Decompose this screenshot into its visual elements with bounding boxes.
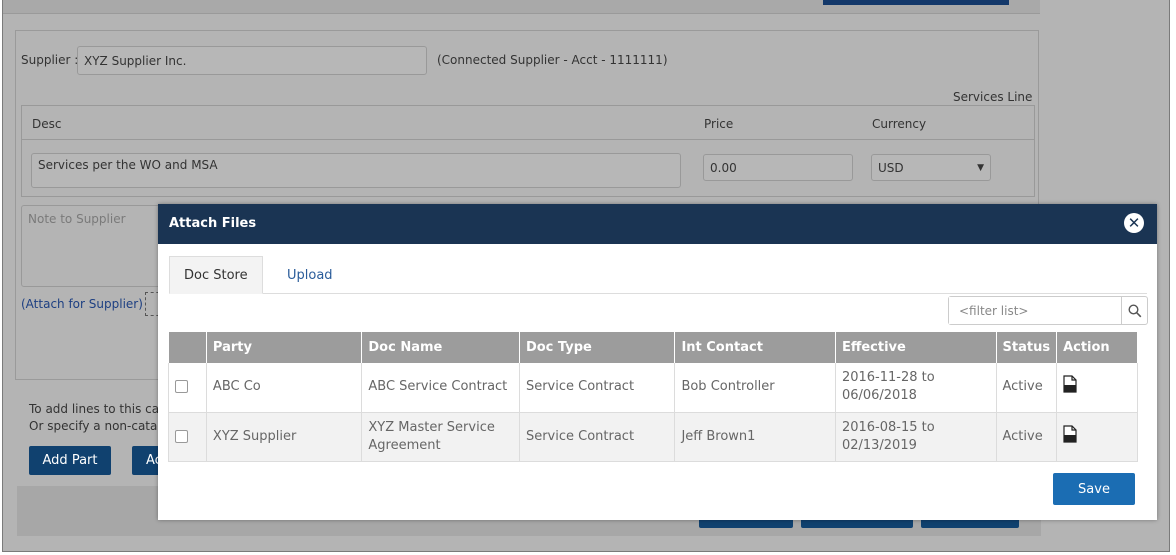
price-header: Price [704, 117, 734, 131]
chevron-down-icon: ▼ [977, 162, 984, 173]
modal-tabs: Doc Store Upload [169, 256, 1147, 294]
table-row: ABC Co ABC Service Contract Service Cont… [168, 363, 1138, 413]
table-header-row: Party Doc Name Doc Type Int Contact Effe… [168, 332, 1138, 363]
doc-name-cell: ABC Service Contract [361, 363, 520, 413]
status-cell: Active [996, 412, 1058, 462]
pdf-icon[interactable] [1063, 375, 1077, 399]
doc-type-cell: Service Contract [519, 363, 676, 413]
modal-header: Attach Files ✕ [158, 204, 1157, 244]
desc-input[interactable]: Services per the WO and MSA [31, 153, 681, 188]
save-button-label: Save [1078, 481, 1110, 497]
services-line-label: Services Line [953, 90, 1033, 104]
filter-input[interactable] [949, 297, 1121, 324]
search-icon[interactable] [1121, 297, 1147, 324]
column-effective[interactable]: Effective [835, 332, 997, 363]
column-doc-name[interactable]: Doc Name [361, 332, 520, 363]
effective-cell: 2016-11-28 to 06/06/2018 [835, 363, 997, 413]
table-row: XYZ Supplier XYZ Master Service Agreemen… [168, 412, 1138, 462]
supplier-label: Supplier : [21, 53, 79, 67]
party-cell: ABC Co [206, 363, 363, 413]
top-button[interactable] [823, 0, 1009, 5]
pdf-icon[interactable] [1063, 424, 1077, 449]
column-doc-type[interactable]: Doc Type [519, 332, 676, 363]
status-cell: Active [996, 363, 1058, 413]
price-input-value: 0.00 [710, 160, 737, 175]
column-party[interactable]: Party [206, 332, 363, 363]
close-icon[interactable]: ✕ [1124, 213, 1144, 233]
row-checkbox[interactable] [175, 429, 188, 443]
modal-title: Attach Files [169, 216, 257, 231]
save-button[interactable]: Save [1053, 473, 1135, 505]
attach-for-supplier-link[interactable]: (Attach for Supplier) [21, 297, 143, 311]
filter-box [948, 296, 1148, 325]
row-checkbox[interactable] [175, 380, 188, 394]
action-cell [1056, 412, 1138, 462]
select-column-header [168, 332, 207, 363]
doc-name-cell: XYZ Master Service Agreement [361, 412, 520, 462]
price-input[interactable]: 0.00 [703, 154, 853, 181]
doc-type-cell: Service Contract [519, 412, 676, 462]
add-part-label: Add Part [42, 453, 98, 468]
supplier-input[interactable]: XYZ Supplier Inc. [77, 46, 427, 75]
connected-supplier-note: (Connected Supplier - Acct - 1111111) [437, 53, 668, 67]
action-cell [1056, 363, 1138, 413]
row-select-cell [168, 412, 207, 462]
currency-select[interactable]: USD ▼ [871, 154, 991, 181]
desc-header: Desc [32, 117, 62, 131]
party-cell: XYZ Supplier [206, 412, 363, 462]
column-action[interactable]: Action [1056, 332, 1138, 363]
note-placeholder: Note to Supplier [28, 212, 126, 226]
supplier-input-value: XYZ Supplier Inc. [84, 53, 187, 68]
attach-files-modal: Attach Files ✕ Doc Store Upload Party Do… [158, 204, 1157, 520]
column-int-contact[interactable]: Int Contact [674, 332, 836, 363]
row-select-cell [168, 363, 207, 413]
currency-header: Currency [872, 117, 927, 131]
note-to-supplier-input[interactable]: Note to Supplier [21, 205, 171, 287]
column-status[interactable]: Status [996, 332, 1058, 363]
tab-doc-store-label: Doc Store [184, 267, 248, 283]
tab-upload[interactable]: Upload [273, 256, 347, 294]
desc-input-value: Services per the WO and MSA [38, 158, 218, 172]
tab-doc-store[interactable]: Doc Store [169, 256, 263, 294]
contact-cell: Jeff Brown1 [674, 412, 836, 462]
documents-table: Party Doc Name Doc Type Int Contact Effe… [168, 332, 1138, 462]
add-part-button[interactable]: Add Part [29, 446, 111, 475]
cart-instructions-2: Or specify a non-catalo [29, 419, 169, 433]
contact-cell: Bob Controller [674, 363, 836, 413]
lines-header: Desc Price Currency [22, 106, 1034, 140]
cart-instructions-1: To add lines to this cart [29, 402, 169, 416]
tab-upload-label: Upload [287, 267, 333, 283]
currency-select-value: USD [878, 160, 904, 175]
effective-cell: 2016-08-15 to 02/13/2019 [835, 412, 997, 462]
